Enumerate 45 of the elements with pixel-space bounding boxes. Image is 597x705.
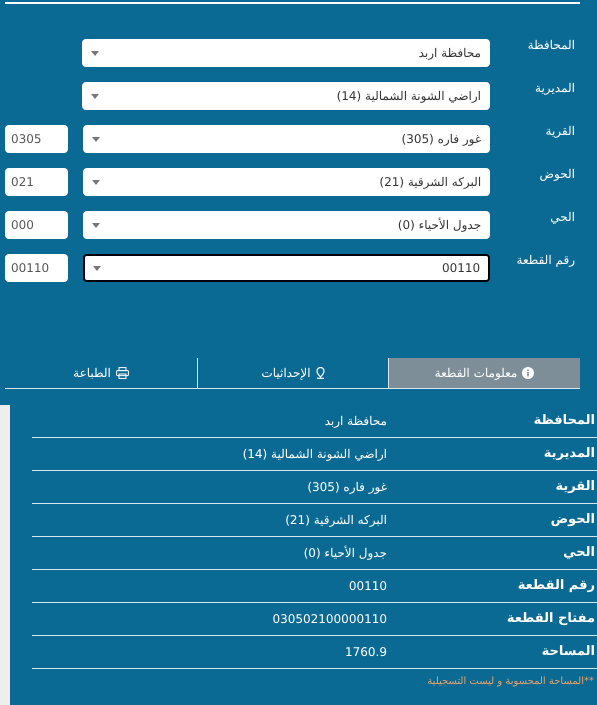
tab[interactable]: الطباعة [5, 358, 198, 388]
row-label: المديرية [542, 445, 596, 464]
select-field[interactable]: محافظة اربد [82, 39, 490, 67]
row-label: مفتاح القطعة [506, 610, 596, 628]
tab[interactable]: الإحداثيات [198, 358, 389, 388]
field-label: القرية [544, 123, 575, 140]
code-field[interactable]: 00110 [4, 254, 68, 282]
footnote-text: **المساحة المحسوبة و ليست التسجيلية [426, 675, 595, 689]
field-label: الحوض [538, 166, 575, 183]
map-pin-icon [316, 367, 325, 379]
caret-icon [91, 94, 99, 98]
select-field[interactable]: جدول الأحياء (0) [82, 211, 490, 239]
row-label: المحافظة [532, 412, 596, 430]
row-value: 00110 [348, 578, 387, 595]
row-value: غور فاره (305) [307, 479, 387, 496]
printer-icon [116, 367, 129, 379]
field-label: المحافظة [526, 37, 575, 54]
code-field[interactable]: 0305 [4, 125, 68, 153]
field-label: الحي [549, 209, 575, 226]
select-field[interactable]: البركه الشرقية (21) [82, 168, 490, 196]
code-field[interactable]: 000 [4, 211, 68, 239]
field-label: رقم القطعة [516, 252, 575, 269]
code-field[interactable]: 021 [4, 168, 68, 196]
select-field[interactable]: غور فاره (305) [82, 125, 490, 153]
row-value: 1760.9 [345, 644, 387, 661]
row-value: اراضي الشونة الشمالية (14) [242, 446, 387, 463]
scrollbar[interactable] [0, 405, 10, 705]
row-label: الحي [562, 544, 596, 562]
row-value: محافظة اربد [324, 413, 387, 430]
info-icon [522, 367, 534, 379]
row-label: القرية [554, 478, 596, 496]
caret-icon [92, 222, 100, 228]
row-label: الحوض [550, 511, 596, 530]
caret-icon [92, 136, 100, 142]
row-label: رقم القطعة [516, 577, 596, 596]
caret-icon [92, 180, 100, 184]
caret-icon [92, 266, 101, 270]
select-field[interactable]: اراضي الشونة الشمالية (14) [82, 82, 490, 110]
row-value: 030502100000110 [272, 611, 387, 628]
select-field[interactable]: 00110 [82, 254, 490, 282]
row-value: البركه الشرقية (21) [285, 512, 387, 529]
row-label: المساحة [540, 643, 596, 662]
field-label: المديرية [534, 80, 575, 97]
row-value: جدول الأحياء (0) [304, 544, 387, 562]
caret-icon [91, 50, 99, 56]
